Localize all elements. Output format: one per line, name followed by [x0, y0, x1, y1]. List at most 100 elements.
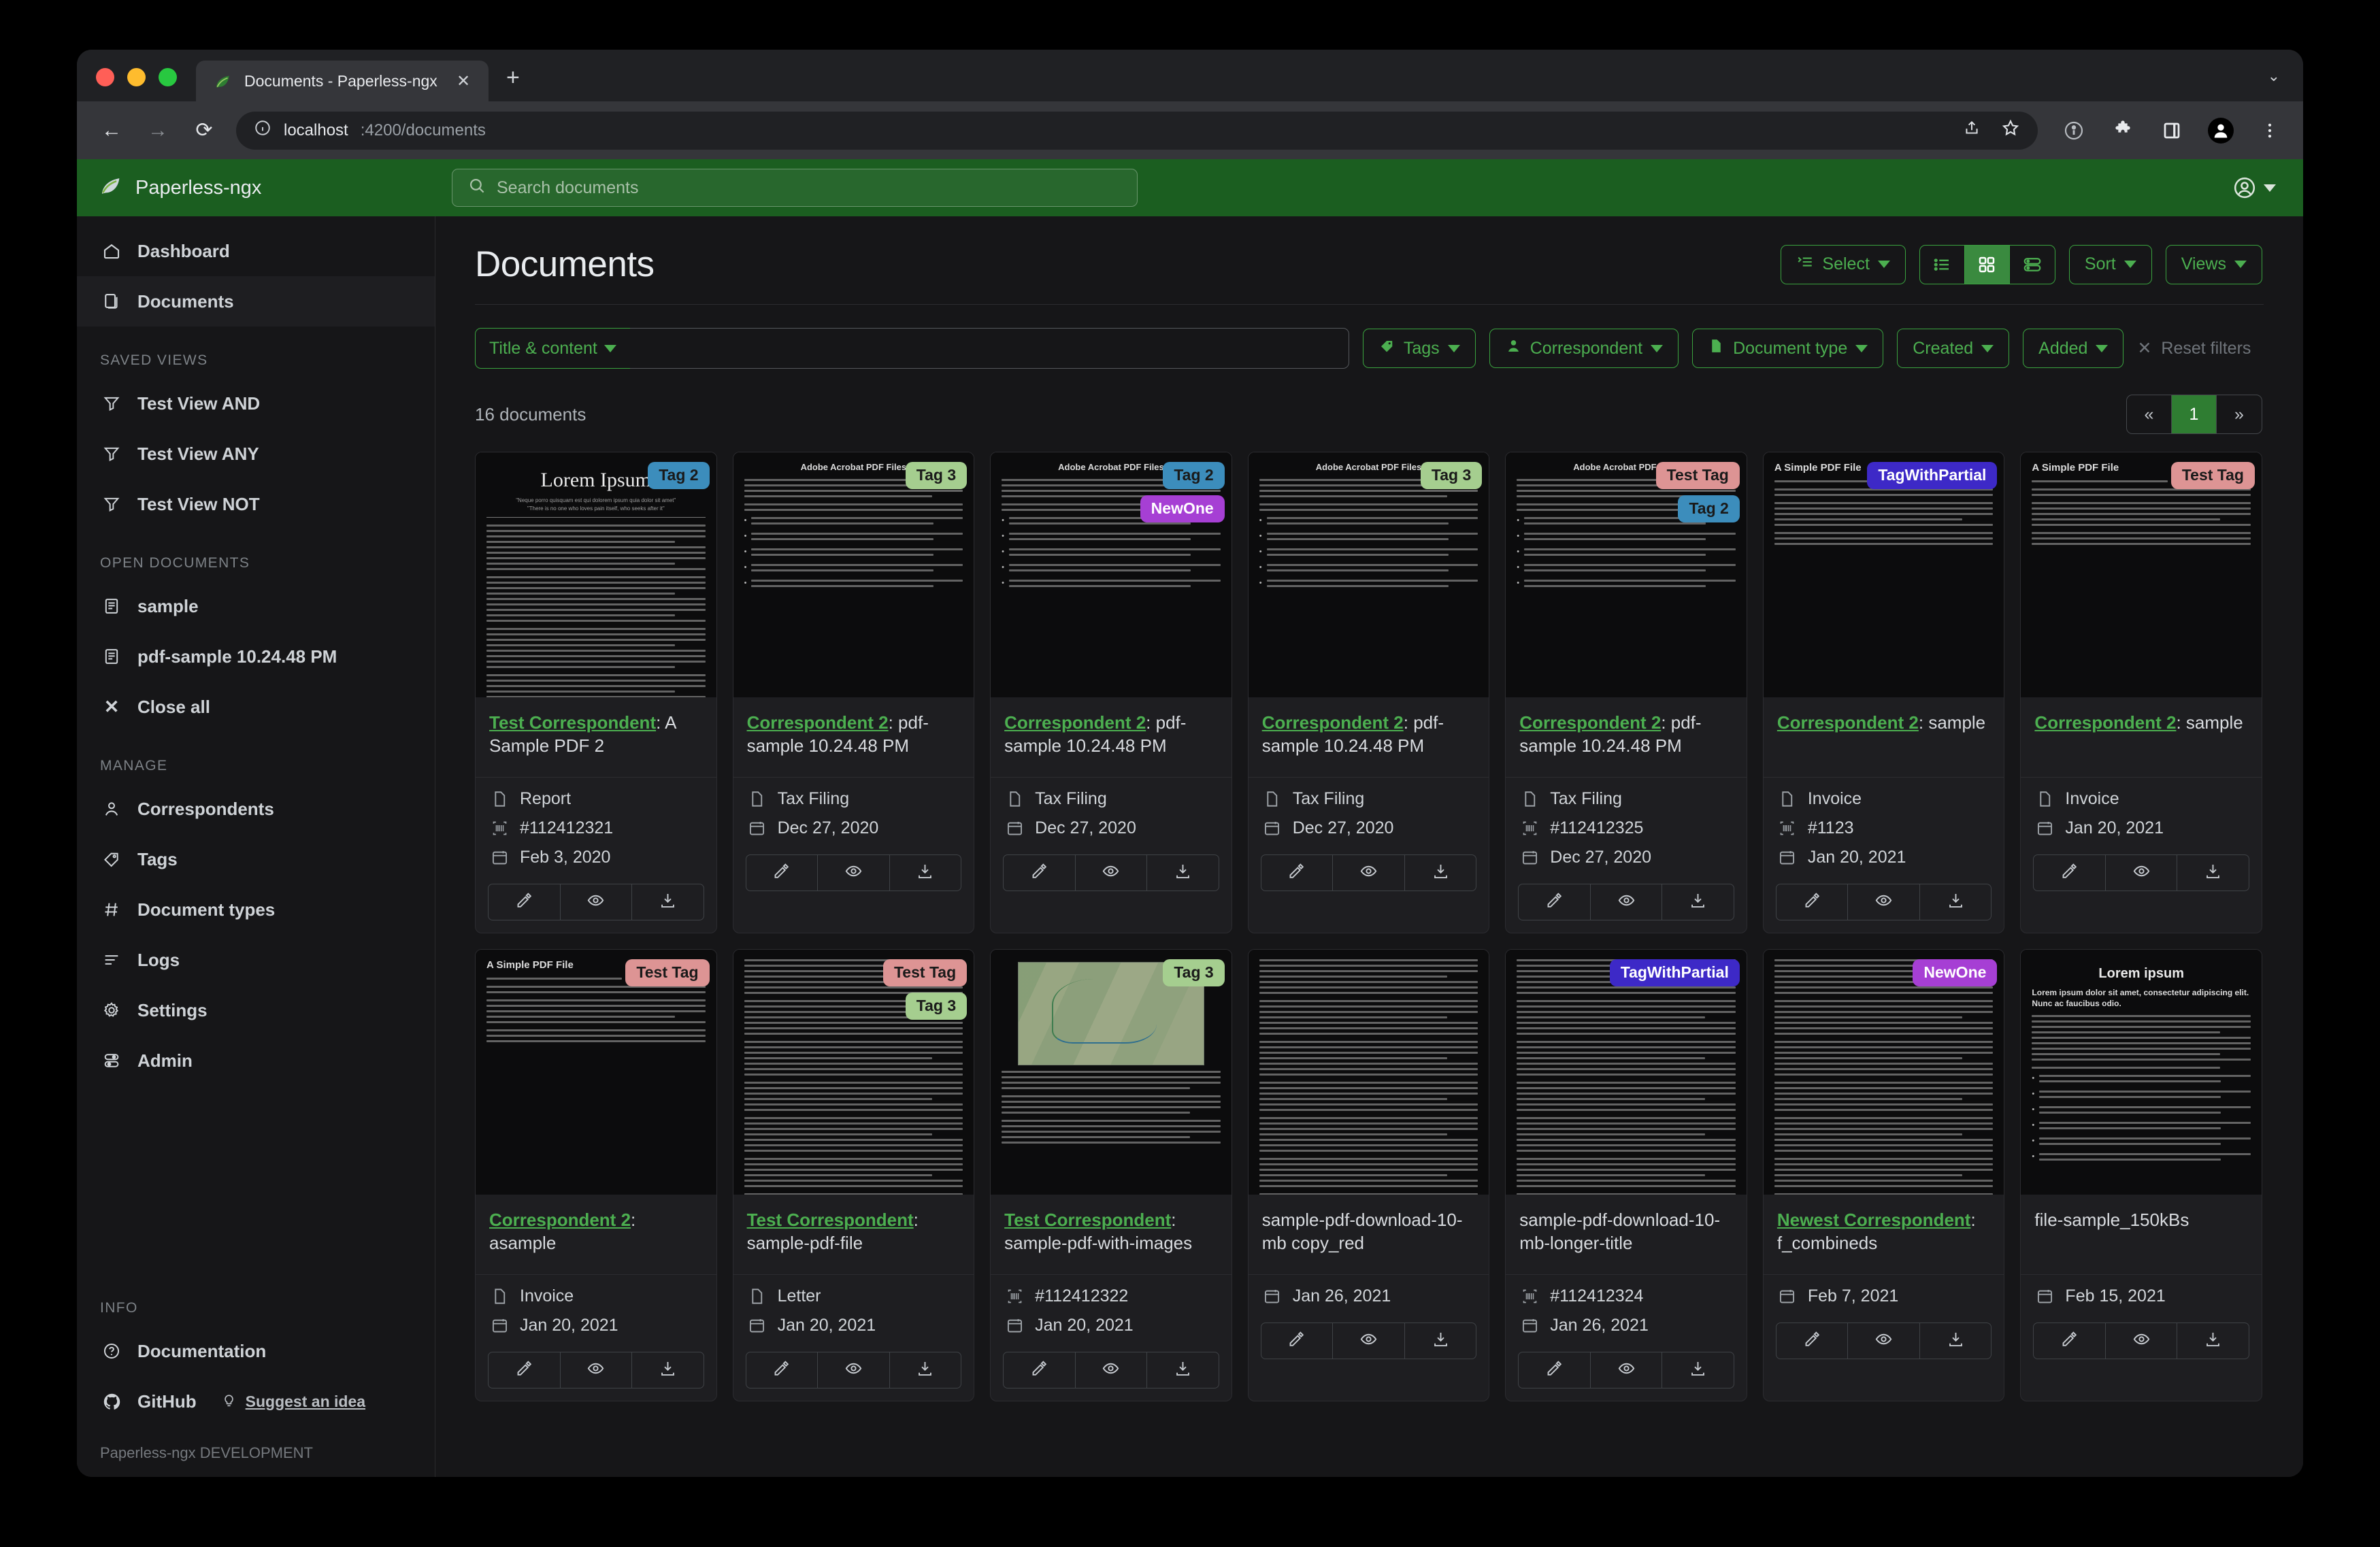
document-tag[interactable]: Tag 3	[1163, 959, 1224, 986]
sidebar-item-correspondents[interactable]: Correspondents	[77, 784, 435, 834]
document-card[interactable]: TagWithPartialsample-pdf-download-10-mb-…	[1505, 949, 1747, 1401]
document-card[interactable]: Adobe Acrobat PDF FilesTag 3Corresponden…	[733, 452, 975, 933]
document-thumbnail[interactable]	[1249, 950, 1489, 1195]
preview-document-button[interactable]	[818, 1352, 890, 1388]
download-document-button[interactable]	[2177, 855, 2249, 891]
document-card[interactable]: Adobe Acrobat PDF FilesTag 3Corresponden…	[1248, 452, 1490, 933]
added-filter-button[interactable]: Added	[2023, 329, 2123, 368]
sidebar-item-open-pdf-sample[interactable]: pdf-sample 10.24.48 PM	[77, 631, 435, 682]
preview-document-button[interactable]	[1591, 1352, 1663, 1388]
reload-icon[interactable]: ⟳	[190, 116, 218, 145]
sidebar-item-test-view-not[interactable]: Test View NOT	[77, 479, 435, 529]
document-thumbnail[interactable]: Adobe Acrobat PDF FilesTag 2NewOne	[991, 452, 1232, 697]
edit-document-button[interactable]	[2034, 855, 2106, 891]
document-thumbnail[interactable]: NewOne	[1764, 950, 2004, 1195]
document-card-title[interactable]: Correspondent 2: pdf-sample 10.24.48 PM	[1506, 697, 1747, 778]
edit-document-button[interactable]	[1004, 855, 1076, 891]
download-document-button[interactable]	[890, 1352, 961, 1388]
document-tag[interactable]: Tag 2	[1678, 495, 1739, 522]
side-panel-icon[interactable]	[2159, 118, 2185, 144]
document-card-title[interactable]: Test Correspondent: sample-pdf-with-imag…	[991, 1195, 1232, 1275]
download-document-button[interactable]	[632, 1352, 704, 1388]
download-document-button[interactable]	[1147, 855, 1219, 891]
download-document-button[interactable]	[1662, 1352, 1734, 1388]
tab-list-chevron-icon[interactable]: ⌄	[2268, 67, 2303, 101]
edit-document-button[interactable]	[2034, 1323, 2106, 1359]
sidebar-item-test-view-and[interactable]: Test View AND	[77, 378, 435, 429]
document-card[interactable]: A Simple PDF FileTest TagCorrespondent 2…	[475, 949, 717, 1401]
document-card-title[interactable]: Correspondent 2: pdf-sample 10.24.48 PM	[733, 697, 974, 778]
sidebar-item-admin[interactable]: Admin	[77, 1035, 435, 1086]
document-thumbnail[interactable]: Adobe Acrobat PDF FilesTag 3	[1249, 452, 1489, 697]
document-correspondent-link[interactable]: Correspondent 2	[2034, 712, 2176, 733]
download-document-button[interactable]	[1147, 1352, 1219, 1388]
suggest-an-idea-link[interactable]: Suggest an idea	[220, 1391, 365, 1412]
extensions-puzzle-icon[interactable]	[2110, 118, 2136, 144]
new-tab-button[interactable]: +	[489, 66, 538, 101]
bookmark-star-icon[interactable]	[2001, 118, 2020, 142]
view-mode-grid-button[interactable]	[1965, 246, 2010, 284]
edit-document-button[interactable]	[1004, 1352, 1076, 1388]
browser-tab[interactable]: Documents - Paperless-ngx ✕	[196, 61, 489, 101]
document-tag[interactable]: Test Tag	[2171, 462, 2255, 489]
maximize-window-button[interactable]	[159, 68, 177, 86]
preview-document-button[interactable]	[1848, 884, 1920, 920]
browser-profile-avatar[interactable]	[2208, 118, 2234, 144]
pagination-prev-button[interactable]: «	[2127, 395, 2172, 433]
document-correspondent-link[interactable]: Test Correspondent	[1004, 1210, 1171, 1230]
sidebar-item-close-all[interactable]: ✕ Close all	[77, 682, 435, 732]
preview-document-button[interactable]	[1076, 855, 1148, 891]
address-bar[interactable]: localhost:4200/documents	[236, 112, 2038, 150]
document-thumbnail[interactable]: A Simple PDF FileTagWithPartial	[1764, 452, 2004, 697]
download-document-button[interactable]	[1920, 1323, 1991, 1359]
document-correspondent-link[interactable]: Correspondent 2	[1777, 712, 1919, 733]
document-tag[interactable]: Test Tag	[1656, 462, 1740, 489]
document-thumbnail[interactable]: TagWithPartial	[1506, 950, 1747, 1195]
document-correspondent-link[interactable]: Test Correspondent	[747, 1210, 914, 1230]
close-window-button[interactable]	[96, 68, 114, 86]
sidebar-item-dashboard[interactable]: Dashboard	[77, 226, 435, 276]
share-icon[interactable]	[1963, 119, 1981, 142]
edit-document-button[interactable]	[1776, 884, 1849, 920]
edit-document-button[interactable]	[489, 1352, 561, 1388]
sidebar-item-logs[interactable]: Logs	[77, 935, 435, 985]
app-brand[interactable]: Paperless-ngx	[77, 173, 435, 202]
preview-document-button[interactable]	[818, 855, 890, 891]
reset-filters-button[interactable]: ✕ Reset filters	[2137, 338, 2251, 359]
preview-document-button[interactable]	[561, 1352, 633, 1388]
search-input[interactable]	[497, 178, 1122, 198]
document-tag[interactable]: Tag 2	[1163, 462, 1224, 489]
edit-document-button[interactable]	[1519, 1352, 1591, 1388]
title-content-dropdown-button[interactable]: Title & content	[475, 328, 630, 369]
edit-document-button[interactable]	[1519, 884, 1591, 920]
back-arrow-icon[interactable]: ←	[97, 116, 126, 145]
created-filter-button[interactable]: Created	[1897, 329, 2009, 368]
minimize-window-button[interactable]	[127, 68, 146, 86]
sidebar-item-tags[interactable]: Tags	[77, 834, 435, 884]
preview-document-button[interactable]	[1848, 1323, 1920, 1359]
document-card-title[interactable]: Test Correspondent: A Sample PDF 2	[476, 697, 716, 778]
sidebar-item-settings[interactable]: Settings	[77, 985, 435, 1035]
profile-info-icon[interactable]	[2061, 118, 2087, 144]
user-menu[interactable]	[2232, 176, 2303, 200]
document-correspondent-link[interactable]: Test Correspondent	[489, 712, 656, 733]
search-box[interactable]	[452, 169, 1138, 207]
document-correspondent-link[interactable]: Correspondent 2	[489, 1210, 631, 1230]
document-tag[interactable]: TagWithPartial	[1610, 959, 1740, 986]
document-card-title[interactable]: Correspondent 2: asample	[476, 1195, 716, 1275]
view-mode-list-button[interactable]	[1920, 246, 1965, 284]
document-tag[interactable]: Test Tag	[883, 959, 967, 986]
correspondent-filter-button[interactable]: Correspondent	[1489, 329, 1679, 368]
document-card[interactable]: Test TagTag 3Test Correspondent: sample-…	[733, 949, 975, 1401]
document-card[interactable]: Lorem Ipsum"Neque porro quisquam est qui…	[475, 452, 717, 933]
edit-document-button[interactable]	[746, 1352, 819, 1388]
sidebar-item-documentation[interactable]: Documentation	[77, 1326, 435, 1376]
document-card[interactable]: Lorem ipsumLorem ipsum dolor sit amet, c…	[2020, 949, 2262, 1401]
document-card-title[interactable]: Newest Correspondent: f_combineds	[1764, 1195, 2004, 1275]
document-thumbnail[interactable]: A Simple PDF FileTest Tag	[2021, 452, 2262, 697]
edit-document-button[interactable]	[489, 884, 561, 920]
preview-document-button[interactable]	[561, 884, 633, 920]
document-card-title[interactable]: Test Correspondent: sample-pdf-file	[733, 1195, 974, 1275]
browser-menu-icon[interactable]	[2257, 118, 2283, 144]
document-thumbnail[interactable]: A Simple PDF FileTest Tag	[476, 950, 716, 1195]
